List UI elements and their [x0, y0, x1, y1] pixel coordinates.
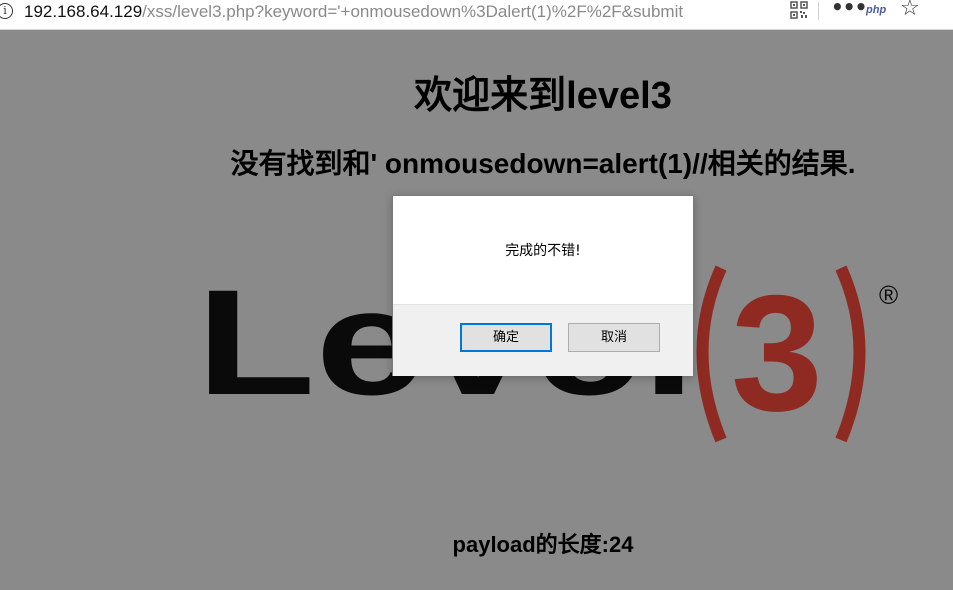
logo-registered-mark: ®: [879, 280, 898, 310]
qr-code-icon[interactable]: [790, 1, 808, 19]
browser-address-bar: i 192.168.64.129/xss/level3.php?keyword=…: [0, 0, 953, 30]
search-result-message: 没有找到和' onmousedown=alert(1)//相关的结果.: [230, 148, 856, 179]
logo-number: 3: [731, 262, 823, 445]
logo-left-paren: [696, 265, 727, 443]
payload-length: payload的长度:24: [452, 532, 634, 557]
logo-right-paren: [835, 265, 866, 443]
star-icon[interactable]: ☆: [900, 0, 924, 21]
page-title: 欢迎来到level3: [414, 75, 672, 117]
url-host: 192.168.64.129: [24, 2, 143, 21]
php-icon[interactable]: php: [866, 1, 888, 19]
more-icon[interactable]: •••: [831, 0, 867, 17]
alert-dialog: 完成的不错! 确定 取消: [392, 195, 694, 376]
toolbar-separator: [818, 2, 819, 20]
alert-message: 完成的不错!: [505, 243, 581, 259]
cancel-button[interactable]: 取消: [568, 323, 660, 352]
ok-button[interactable]: 确定: [460, 323, 552, 352]
url-field[interactable]: 192.168.64.129/xss/level3.php?keyword='+…: [24, 1, 776, 23]
info-icon[interactable]: i: [0, 3, 13, 19]
url-path: /xss/level3.php?keyword='+onmousedown%3D…: [142, 2, 684, 21]
alert-button-bar: 确定 取消: [393, 304, 693, 376]
